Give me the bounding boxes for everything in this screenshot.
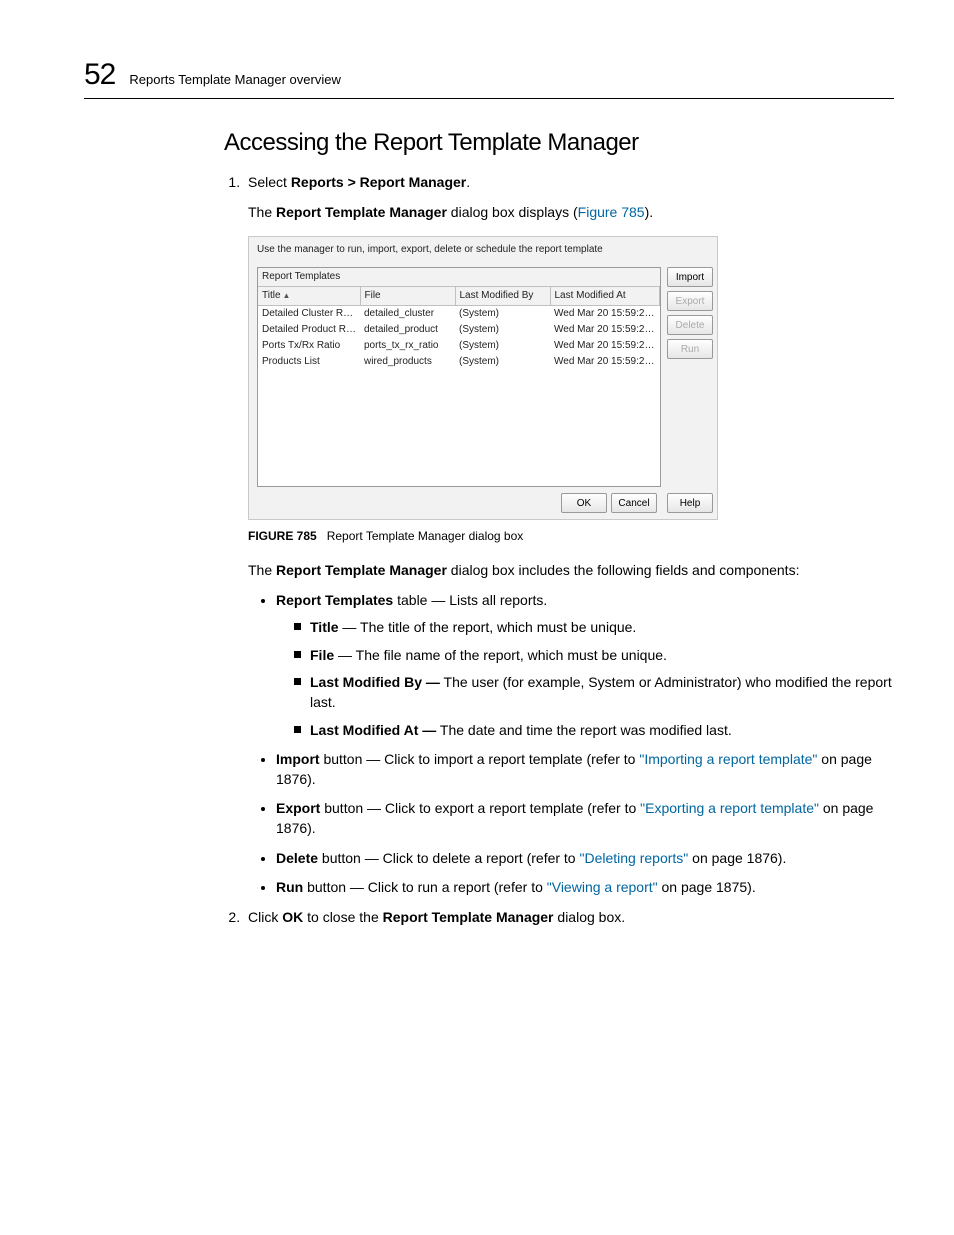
list-item: Last Modified At — The date and time the… (294, 721, 894, 741)
sort-asc-icon: ▲ (283, 290, 291, 301)
step1-bold: Reports > Report Manager (291, 174, 466, 190)
dialog-instruction: Use the manager to run, import, export, … (257, 243, 713, 257)
list-item: Export button — Click to export a report… (276, 799, 894, 838)
page-header: 52 Reports Template Manager overview (84, 58, 894, 99)
view-report-link[interactable]: "Viewing a report" (547, 879, 658, 895)
table-row[interactable]: Ports Tx/Rx Ratio ports_tx_rx_ratio (Sys… (258, 338, 660, 354)
help-button[interactable]: Help (667, 493, 713, 513)
figure-caption: FIGURE 785 Report Template Manager dialo… (248, 528, 894, 545)
report-templates-table: Report Templates Title▲ File (257, 267, 661, 487)
ok-button[interactable]: OK (561, 493, 607, 513)
list-item: Report Templates table — Lists all repor… (276, 591, 894, 741)
import-button[interactable]: Import (667, 267, 713, 287)
table-row[interactable]: Detailed Product Report detailed_product… (258, 322, 660, 338)
table-row[interactable]: Detailed Cluster Report detailed_cluster… (258, 306, 660, 323)
step-2: Click OK to close the Report Template Ma… (244, 908, 894, 928)
step1-pre: Select (248, 174, 291, 190)
list-item: Last Modified By — The user (for example… (294, 673, 894, 712)
desc-bold: Report Template Manager (276, 562, 447, 578)
figure-caption-text: Report Template Manager dialog box (327, 529, 524, 543)
figure-ref-link[interactable]: Figure 785 (578, 204, 645, 220)
export-button[interactable]: Export (667, 291, 713, 311)
step1-result-post1: dialog box displays ( (447, 204, 578, 220)
figure-number: FIGURE 785 (248, 529, 317, 543)
col-modified-at[interactable]: Last Modified At (550, 287, 660, 306)
page-number: 52 (84, 58, 115, 92)
step1-result-post2: ). (645, 204, 654, 220)
section-heading: Accessing the Report Template Manager (224, 129, 894, 157)
col-file[interactable]: File (360, 287, 455, 306)
list-item: Title — The title of the report, which m… (294, 618, 894, 638)
desc-pre: The (248, 562, 276, 578)
list-item: Delete button — Click to delete a report… (276, 849, 894, 869)
step-1: Select Reports > Report Manager. The Rep… (244, 173, 894, 898)
run-button[interactable]: Run (667, 339, 713, 359)
col-title[interactable]: Title▲ (258, 287, 360, 306)
desc-post: dialog box includes the following fields… (447, 562, 800, 578)
table-title: Report Templates (258, 268, 660, 286)
step1-result-bold: Report Template Manager (276, 204, 447, 220)
import-template-link[interactable]: "Importing a report template" (639, 751, 817, 767)
cancel-button[interactable]: Cancel (611, 493, 657, 513)
delete-button[interactable]: Delete (667, 315, 713, 335)
list-item: Run button — Click to run a report (refe… (276, 878, 894, 898)
step1-result-pre: The (248, 204, 276, 220)
step1-post: . (466, 174, 470, 190)
list-item: Import button — Click to import a report… (276, 750, 894, 789)
col-modified-by[interactable]: Last Modified By (455, 287, 550, 306)
delete-reports-link[interactable]: "Deleting reports" (580, 850, 689, 866)
table-row[interactable]: Products List wired_products (System) We… (258, 354, 660, 370)
chapter-title: Reports Template Manager overview (129, 72, 340, 87)
figure-785: Use the manager to run, import, export, … (248, 236, 894, 520)
report-template-manager-dialog: Use the manager to run, import, export, … (248, 236, 718, 520)
export-template-link[interactable]: "Exporting a report template" (640, 800, 819, 816)
list-item: File — The file name of the report, whic… (294, 646, 894, 666)
